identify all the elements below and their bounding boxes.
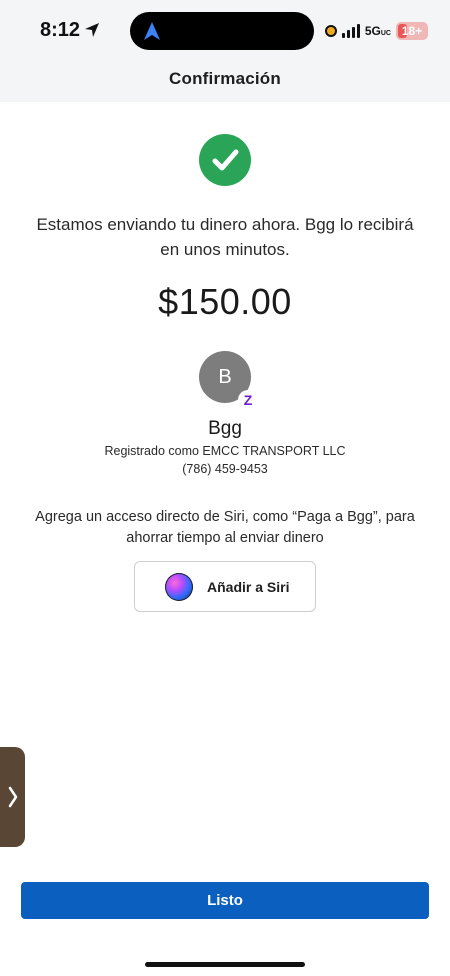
zelle-icon: Z [238,390,258,410]
dynamic-island [130,12,314,50]
add-to-siri-button[interactable]: Añadir a Siri [134,561,316,612]
network-type: 5GUC [364,24,391,38]
siri-icon [165,572,193,601]
battery-badge: 18+ [401,24,423,38]
recording-dot-icon [324,25,337,37]
side-panel-handle[interactable] [0,747,25,847]
done-label: Listo [207,892,243,909]
recipient-name: Bgg [208,418,242,439]
siri-description: Agrega un acceso directo de Siri, como “… [35,509,415,546]
page-title: Confirmación [169,69,281,88]
nav-bar: Confirmación [0,62,450,102]
status-indicators: 5GUC 18+ [324,20,428,42]
battery-icon: 18+ [396,22,428,40]
home-indicator[interactable] [145,962,305,967]
recipient-phone: (786) 459-9453 [182,462,268,476]
recipient-registration: Registrado como EMCC TRANSPORT LLC [104,444,346,458]
status-time: 8:12 [40,19,81,41]
location-arrow-icon [85,23,99,37]
check-icon [212,149,239,171]
status-bar: 8:12 5GUC 18+ [0,0,450,62]
confirmation-message: Estamos enviando tu dinero ahora. Bgg lo… [36,215,414,259]
add-to-siri-label: Añadir a Siri [207,578,290,595]
done-button[interactable]: Listo [21,882,429,919]
navigation-arrow-icon [144,22,160,40]
cellular-signal-icon [341,24,360,38]
chevron-right-icon [8,786,17,808]
amount: $150.00 [158,281,292,322]
success-badge [199,134,251,186]
